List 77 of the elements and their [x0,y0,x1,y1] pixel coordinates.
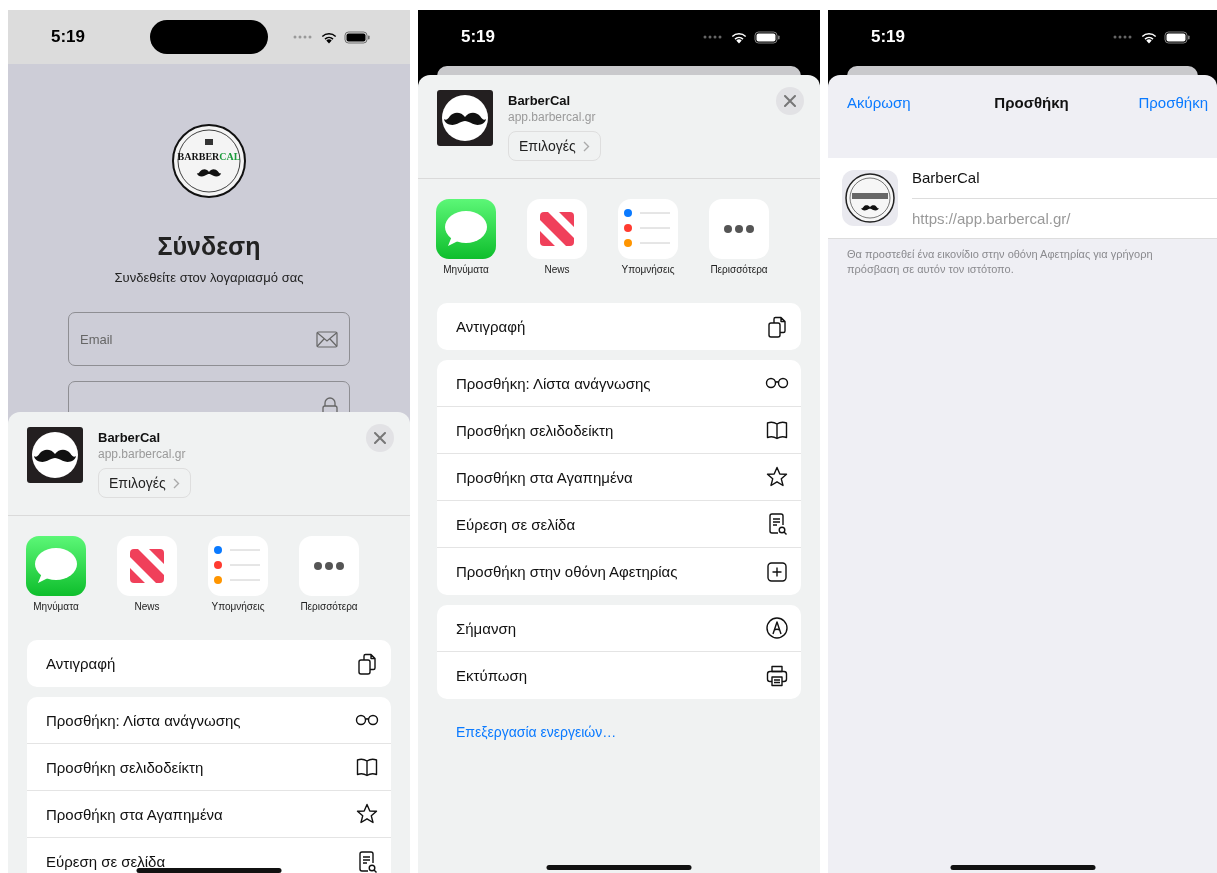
close-button[interactable] [366,424,394,452]
name-field[interactable]: BarberCal [912,158,1217,199]
help-note: Θα προστεθεί ένα εικονίδιο στην οθόνη Αφετηρίας για γρήγορη πρόσβαση σε αυτόν τον ιστότοπο. [828,238,1217,285]
star-icon [765,465,789,489]
messages-app-icon[interactable] [436,199,496,259]
add-button[interactable]: Προσθήκη [1138,93,1208,111]
news-app-icon[interactable] [117,536,177,596]
action-item[interactable]: Προσθήκη στην οθόνη Αφετηρίας [437,548,801,595]
close-icon [784,95,796,107]
action-item[interactable]: Εύρεση σε σελίδα [27,838,391,873]
more-icon[interactable] [709,199,769,259]
site-icon [437,90,493,146]
action-item[interactable]: Προσθήκη σελιδοδείκτη [437,407,801,454]
app-label: Μηνύματα [33,601,79,612]
battery-icon [754,30,781,44]
book-icon [765,418,789,442]
barber-logo [842,170,898,226]
action-item[interactable]: Προσθήκη σελιδοδείκτη [27,744,391,791]
options-button[interactable]: Επιλογές [508,131,601,161]
action-item[interactable]: Προσθήκη: Λίστα ανάγνωσης [27,697,391,744]
app-label: Περισσότερα [710,264,768,275]
sheet-title: Προσθήκη [994,93,1069,111]
app-label: Μηνύματα [443,264,489,275]
plus-square-icon [765,559,789,584]
app-label: News [544,264,570,275]
wifi-icon [320,30,338,44]
cancel-button[interactable]: Ακύρωση [847,93,911,111]
login-title: Σύνδεση [157,232,261,261]
signal-icon [292,34,314,40]
pen-tip-icon [765,616,789,640]
printer-icon [765,663,789,688]
news-app-icon[interactable] [527,199,587,259]
action-item[interactable]: Εύρεση σε σελίδα [437,501,801,548]
status-time: 5:19 [50,27,86,47]
wifi-icon [730,30,748,44]
signal-icon [1112,34,1134,40]
url-text: https://app.barbercal.gr/ [912,209,1072,229]
login-subtitle: Συνδεθείτε στον λογαριασμό σας [114,270,304,285]
chevron-icon [172,477,180,489]
site-url: app.barbercal.gr [508,110,596,124]
book-icon [355,755,379,779]
site-title: BarberCal [508,93,571,108]
chevron-icon [582,140,590,152]
action-item[interactable]: Προσθήκη: Λίστα ανάγνωσης [437,360,801,407]
app-label: Υπομνήσεις [211,601,265,612]
reminders-app-icon[interactable] [208,536,268,596]
email-field[interactable]: Email [68,312,350,366]
action-item[interactable]: Εκτύπωση [437,652,801,699]
action-item[interactable]: Σήμανση [437,605,801,652]
barber-logo: BARBERCAL [171,123,247,199]
battery-icon [1164,30,1191,44]
battery-icon [344,30,371,44]
edit-actions-link[interactable]: Επεξεργασία ενεργειών… [456,724,820,740]
action-item[interactable]: Αντιγραφή [437,303,801,350]
envelope-icon [316,330,338,348]
site-url: app.barbercal.gr [98,447,186,461]
star-icon [355,802,379,826]
more-icon[interactable] [299,536,359,596]
status-time: 5:19 [870,27,906,47]
messages-app-icon[interactable] [26,536,86,596]
app-label: Υπομνήσεις [621,264,675,275]
action-item[interactable]: Προσθήκη στα Αγαπημένα [437,454,801,501]
close-icon [374,432,386,444]
site-icon [27,427,83,483]
wifi-icon [1140,30,1158,44]
options-button[interactable]: Επιλογές [98,468,191,498]
app-label: News [134,601,160,612]
action-item[interactable]: Αντιγραφή [27,640,391,687]
close-button[interactable] [776,87,804,115]
signal-icon [702,34,724,40]
status-time: 5:19 [460,27,496,47]
app-label: Περισσότερα [300,601,358,612]
site-title: BarberCal [98,430,161,445]
reminders-app-icon[interactable] [618,199,678,259]
copy-icon [355,651,379,676]
action-item[interactable]: Προσθήκη στα Αγαπημένα [27,791,391,838]
copy-icon [765,314,789,339]
